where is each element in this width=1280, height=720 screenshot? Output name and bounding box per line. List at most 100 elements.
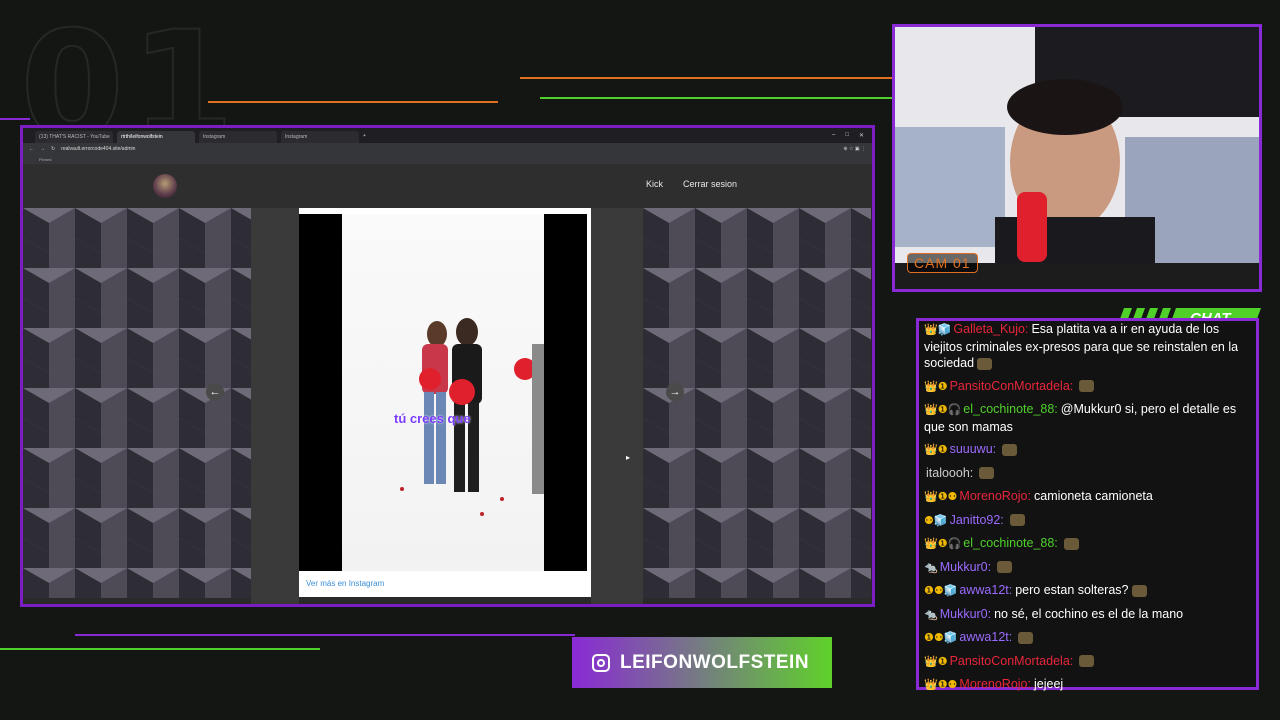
chat-badges: 👑❶🎧 [924,538,962,550]
instagram-embed: tú crees que Ver más en Instagram [299,208,591,597]
chat-username[interactable]: MorenoRojo: [959,489,1031,503]
cube-pattern-right [643,208,871,604]
close-icon[interactable]: ✕ [859,132,864,139]
chat-message: ❶⚉🧊 awwa12t: [924,629,1254,647]
chat-username[interactable]: Janitto92: [950,513,1004,527]
chat-badges: 👑❶ [924,655,948,668]
deco-line-purple-2 [0,118,30,120]
chat-username[interactable]: PansitoConMortadela: [950,654,1074,668]
browser-tab[interactable]: Instagram [199,131,277,143]
extensions-icons[interactable]: ⊕ ☆ ▣ ⋮ [843,146,866,152]
webcam-feed [892,24,1262,292]
chat-text: pero estan solteras? [1015,583,1129,597]
tab-label: Instagram [203,134,226,140]
chat-username[interactable]: PansitoConMortadela: [950,379,1074,393]
chat-badges: ❶⚉🧊 [924,632,958,644]
deco-line-green-2 [0,648,320,650]
chat-text: no sé, el cochino es el de la mano [994,606,1184,621]
chat-badges: 🐀 [924,561,938,574]
video-frame: tú crees que [342,214,544,571]
back-icon[interactable]: ← [29,146,34,152]
chat-message: italoooh: [924,465,1254,483]
chat-username[interactable]: Mukkur0: [940,607,991,621]
social-banner: LEIFONWOLFSTEIN [572,637,832,688]
cam-label: CAM 01 [907,253,978,273]
video-player[interactable]: tú crees que [299,214,587,571]
browser-tab-active[interactable]: rtrth/leifonwolfstein [117,131,195,143]
overlay-dim-right [591,208,643,604]
deco-line-orange-2 [520,77,892,79]
chat-message: 👑❶ suuuwu: [924,441,1254,459]
chat-emote-icon [1009,514,1025,527]
forward-icon[interactable]: → [40,146,45,152]
video-scene [400,318,544,516]
chat-username[interactable]: el_cochinote_88: [963,402,1058,416]
site-header: Kick Cerrar sesion [23,164,872,208]
arrow-right-icon[interactable]: → [666,383,684,401]
chat-text: jejeej [1034,677,1064,691]
maximize-icon[interactable]: □ [845,132,849,139]
bookmark-item[interactable]: Pinned [39,157,51,162]
chat-message: ⚉🧊 Janitto92: [924,512,1254,530]
chat-badges: 🐀 [924,608,938,621]
address-bar: ← → ↻ realvault.errorcode404.site/admin … [23,143,872,155]
chat-badges: 👑❶⚉ [924,679,958,691]
site-logo[interactable] [153,174,177,198]
chat-username[interactable]: MorenoRojo: [959,677,1031,691]
chat-emote-icon [1079,655,1095,668]
chat-username[interactable]: el_cochinote_88: [963,536,1058,550]
mouse-cursor-icon: ▸ [626,453,631,462]
browser-tab[interactable]: (13) THAT'S RACIST - YouTube [35,131,113,143]
site-nav: Kick Cerrar sesion [646,179,737,189]
chat-badges: ⚉🧊 [924,514,948,527]
nav-logout[interactable]: Cerrar sesion [683,179,737,189]
chat-message: 👑❶ PansitoConMortadela: [924,653,1254,671]
chat-message: 🐀 Mukkur0: no sé, el cochino es el de la m… [924,606,1254,624]
nav-kick[interactable]: Kick [646,179,663,189]
chat-message: 👑❶⚉ MorenoRojo: camioneta camioneta [924,488,1254,506]
chat-username[interactable]: awwa12t: [959,630,1012,644]
social-handle: LEIFONWOLFSTEIN [620,651,810,673]
chat-message: 👑🧊 Galleta_Kujo: Esa platita va a ir en ay… [924,321,1254,372]
new-tab-icon[interactable]: + [363,133,366,139]
tab-label: Instagram [285,134,308,140]
tab-label: rtrth/leifonwolfstein [121,134,163,140]
chat-username[interactable]: italoooh: [926,466,973,480]
url-field[interactable]: realvault.errorcode404.site/admin [61,146,135,152]
browser-window: (13) THAT'S RACIST - YouTube rtrth/leifo… [20,125,875,607]
chat-emote-icon [1079,380,1095,393]
tab-bar: (13) THAT'S RACIST - YouTube rtrth/leifo… [23,128,872,143]
video-caption: tú crees que [394,411,471,426]
chat-username[interactable]: suuuwu: [950,442,997,456]
chat-message: ❶⚉🧊 awwa12t: pero estan solteras? [924,582,1254,600]
web-page: Kick Cerrar sesion tú crees que Ver más … [23,164,872,604]
chat-text: camioneta camioneta [1034,489,1153,503]
arrow-left-icon[interactable]: ← [206,383,224,401]
chat-badges: ❶⚉🧊 [924,585,958,597]
chat-emote-icon [1018,631,1034,644]
chat-message: 🐀 Mukkur0: [924,559,1254,577]
chat-username[interactable]: Galleta_Kujo: [953,322,1028,336]
chat-message: 👑❶ PansitoConMortadela: [924,378,1254,396]
chat-emote-icon [1063,537,1079,550]
chat-emote-icon [979,467,995,480]
overlay-dim-left [251,208,299,604]
chat-emote-icon [1002,443,1018,456]
chat-username[interactable]: awwa12t: [959,583,1012,597]
window-controls: – □ ✕ [832,132,872,139]
chat-emote-icon [1131,584,1147,597]
chat-emote-icon [997,561,1013,574]
chat-badges: 👑🧊 [924,324,952,336]
instagram-icon [592,653,610,672]
reload-icon[interactable]: ↻ [51,146,55,152]
chat-badges: 👑❶🎧 [924,404,962,416]
view-on-instagram-link[interactable]: Ver más en Instagram [306,579,384,588]
chat-username[interactable]: Mukkur0: [940,560,991,574]
chat-message: 👑❶⚉ MorenoRojo: jejeej [924,676,1254,694]
tab-label: (13) THAT'S RACIST - YouTube [39,134,110,140]
deco-line-green [540,97,892,99]
minimize-icon[interactable]: – [832,132,835,139]
cube-pattern-left [23,208,251,604]
browser-tab[interactable]: Instagram [281,131,359,143]
chat-badges: 👑❶ [924,380,948,393]
